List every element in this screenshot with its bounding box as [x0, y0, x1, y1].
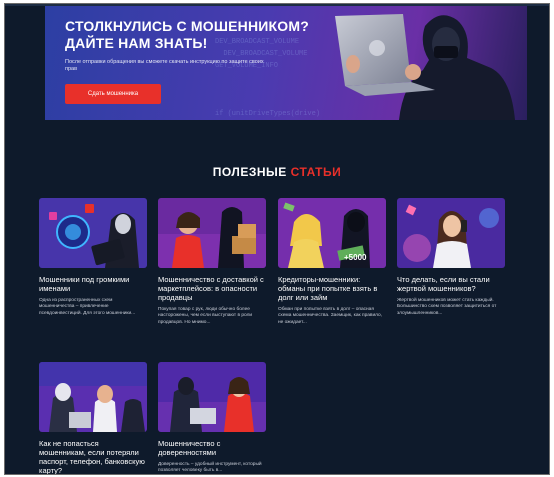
- section-title-main: ПОЛЕЗНЫЕ: [212, 165, 287, 179]
- article-card[interactable]: Что делать, если вы стали жертвой мошенн…: [397, 198, 505, 317]
- article-card[interactable]: Мошенничество с доставкой с маркетплейсо…: [158, 198, 266, 326]
- article-desc: Жертвой мошенников может стать каждый. Б…: [397, 298, 497, 316]
- hero-note: После отправки обращения вы сможете скач…: [65, 59, 264, 72]
- article-title[interactable]: Мошенничество с доставкой с маркетплейсо…: [158, 275, 266, 302]
- lender-scam-illustration: [278, 198, 386, 268]
- article-image[interactable]: +5000: [278, 198, 386, 268]
- article-card[interactable]: Мошенники под громкими именами Одна из р…: [39, 198, 147, 317]
- power-of-attorney-illustration: [158, 362, 266, 432]
- delivery-scam-illustration: [158, 198, 266, 268]
- article-desc: Одна из распространенных схем мошенничес…: [39, 298, 136, 316]
- hero-banner: DEV_BROADCAST_VOLUME DEV_BROADCAST_VOLUM…: [45, 6, 527, 120]
- lost-passport-illustration: [39, 362, 147, 432]
- page-frame: DEV_BROADCAST_VOLUME DEV_BROADCAST_VOLUM…: [4, 3, 550, 475]
- article-title[interactable]: Мошенничество с доверенностями: [158, 439, 266, 457]
- article-desc: Обман при попытке взять в долг – опасная…: [278, 307, 382, 325]
- article-desc: Доверенность – удобный инструмент, котор…: [158, 462, 262, 474]
- article-image[interactable]: [158, 198, 266, 268]
- article-title[interactable]: Мошенники под громкими именами: [39, 275, 147, 293]
- article-card[interactable]: Мошенничество с доверенностями Доверенно…: [158, 362, 266, 474]
- article-image[interactable]: [397, 198, 505, 268]
- article-title[interactable]: Что делать, если вы стали жертвой мошенн…: [397, 275, 505, 293]
- article-card[interactable]: +5000 Кредиторы-мошенники: обманы при по…: [278, 198, 386, 326]
- article-image[interactable]: [39, 198, 147, 268]
- hacker-phone-illustration: [39, 198, 147, 268]
- amount-badge: +5000: [344, 253, 367, 262]
- article-image[interactable]: [158, 362, 266, 432]
- section-title: ПОЛЕЗНЫЕ СТАТЬИ: [5, 165, 549, 179]
- article-card[interactable]: Как не попасться мошенникам, если потеря…: [39, 362, 147, 474]
- report-scammer-button[interactable]: Сдать мошенника: [65, 84, 161, 104]
- article-image[interactable]: [39, 362, 147, 432]
- hacker-illustration: [335, 14, 515, 120]
- hero-title: Столкнулись с мошенником? Дайте нам знат…: [65, 18, 309, 51]
- section-title-accent: СТАТЬИ: [290, 165, 342, 179]
- victim-illustration: [397, 198, 505, 268]
- article-title[interactable]: Как не попасться мошенникам, если потеря…: [39, 439, 147, 474]
- article-desc: Покупая товар с рук, люди обычно более н…: [158, 307, 253, 325]
- article-title[interactable]: Кредиторы-мошенники: обманы при попытке …: [278, 275, 386, 302]
